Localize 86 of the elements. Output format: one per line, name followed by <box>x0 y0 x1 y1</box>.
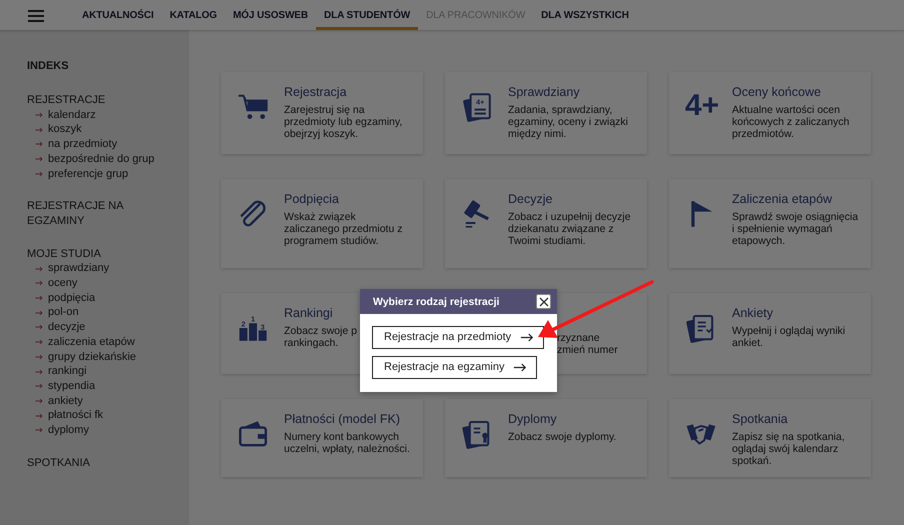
sidebar-link[interactable]: sprawdziany <box>48 261 110 276</box>
tile-title: Rejestracja <box>284 85 348 99</box>
arrow-icon <box>520 332 534 342</box>
sidebar-section[interactable]: REJESTRACJE NA EGZAMINY <box>27 199 147 229</box>
tile-description: Numery kont bankowych uczelni, wpłaty, należności. <box>284 431 411 456</box>
arrow-icon <box>35 112 43 118</box>
nav-tab[interactable]: AKTUALNOŚCI <box>74 0 162 30</box>
arrow-icon <box>35 368 43 375</box>
tile-card[interactable]: 4+ Sprawdziany Zadania, sprawdziany, egzaminy, oceny i związki między nimi. <box>445 72 647 154</box>
arrow-icon <box>35 310 43 316</box>
sidebar-link[interactable]: grupy dziekańskie <box>48 350 136 364</box>
arrow-icon <box>35 427 43 434</box>
arrow-icon <box>35 170 43 177</box>
sidebar-title: INDEKS <box>27 60 70 72</box>
tile-description: Zadania, sprawdziany, egzaminy, oceny i związki między nimi. <box>508 104 630 141</box>
tile-description: Zapisz się na spotkania, oglądaj swój kalendarz spotkań. <box>732 431 846 468</box>
arrow-icon <box>35 141 43 148</box>
sidebar-link[interactable]: płatności fk <box>48 408 104 424</box>
close-button[interactable] <box>536 294 551 309</box>
tile-description: Zobacz swoje p <box>284 325 357 338</box>
sidebar-link[interactable]: kalendarz <box>48 108 96 122</box>
sidebar-link[interactable]: na przedmioty <box>48 137 118 152</box>
arrow-icon <box>35 280 43 286</box>
arrow-icon <box>35 354 43 360</box>
tile-title: Zaliczenia etapów <box>732 192 834 206</box>
tile-title: Płatności (model FK) <box>284 412 402 426</box>
arrow-icon <box>35 156 43 162</box>
sidebar-link[interactable]: ankiety <box>48 394 83 408</box>
sidebar-link[interactable]: koszyk <box>48 122 82 138</box>
tile-card[interactable]: Decyzje Zobacz i uzupełnij decyzje dziekanatu związane z Twoimi studiami. <box>445 179 647 268</box>
tile-card[interactable]: Zaliczenia etapów Sprawdź swoje osiągnięcia i spełnienie wymagań etapowych. <box>669 179 871 268</box>
tile-description: Zarejestruj się na przedmioty lub egzaminy, obejrzyj koszyk. <box>284 104 404 141</box>
nav-tab[interactable]: DLA STUDENTÓW <box>316 0 418 30</box>
sidebar-section[interactable]: MOJE STUDIA <box>27 246 147 262</box>
tile-title: Ankiety <box>732 306 774 320</box>
tile-description: Wskaż związek zaliczanego przedmiotu z programem studiów. <box>284 211 404 248</box>
option-button[interactable]: Rejestracje na egzaminy <box>372 356 538 379</box>
tile-description: Wypełnij i oglądaj wyniki ankiet. <box>732 325 846 350</box>
tile-title: Spotkania <box>732 412 789 426</box>
tile-title: Sprawdziany <box>508 85 581 99</box>
arrow-icon <box>513 362 528 372</box>
arrow-icon <box>35 324 43 330</box>
sidebar-link[interactable]: preferencje grup <box>48 166 128 182</box>
sidebar-link[interactable]: decyzje <box>48 320 86 335</box>
tile-title: Rankingi <box>284 306 334 320</box>
sidebar-link[interactable]: bezpośrednie do grup <box>48 152 154 167</box>
tile-title: Dyplomy <box>508 412 558 426</box>
tile-description: rzyznane <box>557 332 600 344</box>
sidebar-link[interactable]: podpięcia <box>48 290 96 306</box>
sidebar-link[interactable]: dyplomy <box>48 423 89 438</box>
tile-card[interactable]: Rejestracja Zarejestruj się na przedmioty lub egzaminy, obejrzyj koszyk. <box>221 72 423 154</box>
tile-title: Decyzje <box>508 192 554 206</box>
tile-description: Aktualne wartości ocen końcowych z zaliczanych przedmiotów. <box>732 104 850 141</box>
arrow-icon <box>35 383 43 390</box>
arrow-icon <box>35 266 43 272</box>
sidebar-link[interactable]: pol-on <box>48 305 79 320</box>
nav-tab[interactable]: KATALOG <box>162 0 225 30</box>
arrow-icon <box>35 339 43 346</box>
arrow-icon <box>35 295 43 302</box>
tile-card[interactable]: Płatności (model FK) Numery kont bankowych uczelni, wpłaty, należności. <box>221 399 423 477</box>
tile-card[interactable]: Dyplomy Zobacz swoje dyplomy. <box>445 399 647 477</box>
tile-title: Oceny końcowe <box>732 85 822 99</box>
sidebar-section[interactable]: SPOTKANIA <box>27 456 147 470</box>
grade-icon: 4+ <box>685 91 720 121</box>
tile-card[interactable]: Ankiety Wypełnij i oglądaj wyniki ankiet. <box>669 293 871 374</box>
arrow-icon <box>35 398 43 404</box>
tile-card[interactable]: Spotkania Zapisz się na spotkania, oglądaj swój kalendarz spotkań. <box>669 399 871 477</box>
arrow-icon <box>35 412 43 419</box>
tile-title: Podpięcia <box>284 192 340 206</box>
tile-description: zmień numer <box>557 344 618 356</box>
tile-description: Zobacz swoje dyplomy. <box>508 431 616 444</box>
nav-tab[interactable]: MÓJ USOSWEB <box>224 0 316 30</box>
sidebar-section[interactable]: REJESTRACJE <box>27 93 147 108</box>
tile-card[interactable]: 4+ Oceny końcowe Aktualne wartości ocen końcowych z zaliczanych przedmiotów. <box>669 72 871 154</box>
tile-description: Sprawdź swoje osiągnięcia i spełnienie wymagań etapowych. <box>732 211 860 248</box>
tile-description: rankingach. <box>284 337 338 350</box>
arrow-icon <box>35 126 43 133</box>
sidebar-link[interactable]: rankingi <box>48 364 87 379</box>
sidebar-link[interactable]: zaliczenia etapów <box>48 334 135 350</box>
sidebar-link[interactable]: oceny <box>48 276 78 291</box>
menu-icon[interactable] <box>28 10 44 22</box>
tile-card[interactable]: Podpięcia Wskaż związek zaliczanego przedmiotu z programem studiów. <box>221 179 423 268</box>
tile-description: Zobacz i uzupełnij decyzje dziekanatu związane z Twoimi studiami. <box>508 211 632 248</box>
option-button[interactable]: Rejestracje na przedmioty <box>372 326 544 349</box>
sidebar-link[interactable]: stypendia <box>48 378 96 394</box>
nav-tab[interactable]: DLA WSZYSTKICH <box>533 0 637 30</box>
